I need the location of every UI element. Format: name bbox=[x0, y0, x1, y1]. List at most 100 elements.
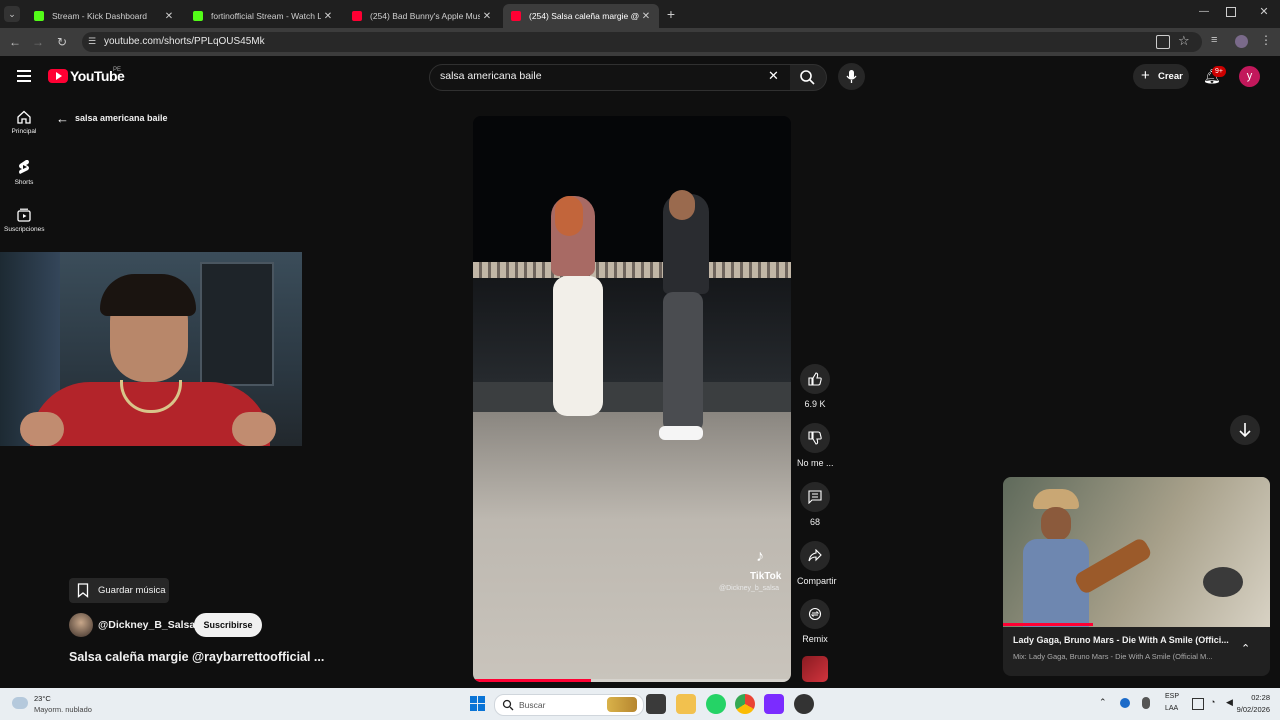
url-text[interactable]: youtube.com/shorts/PPLqOUS45Mk bbox=[104, 36, 265, 47]
hamburger-menu-icon[interactable] bbox=[17, 70, 31, 82]
tab-forti-stream[interactable]: fortinofficial Stream - Watch Liv ✕ bbox=[185, 4, 341, 28]
tab-kick-dashboard[interactable]: Stream - Kick Dashboard ✕ bbox=[26, 4, 182, 28]
share-button[interactable] bbox=[800, 541, 830, 571]
tab-close-icon[interactable]: ✕ bbox=[321, 11, 335, 22]
channel-avatar[interactable] bbox=[69, 613, 93, 637]
microphone-icon bbox=[846, 70, 857, 83]
sidebar-item-label: Principal bbox=[11, 128, 37, 135]
obs-icon[interactable] bbox=[794, 694, 814, 714]
back-icon[interactable]: ← bbox=[7, 34, 23, 50]
tray-chevron-icon[interactable]: ⌃ bbox=[1099, 697, 1107, 708]
site-info-icon[interactable]: ☰ bbox=[88, 36, 98, 46]
bookmark-star-icon[interactable]: ☆ bbox=[1178, 33, 1190, 49]
reading-list-icon[interactable]: ≡ bbox=[1211, 34, 1217, 46]
comment-count: 68 bbox=[809, 517, 820, 527]
miniplayer-progress bbox=[1003, 623, 1093, 626]
tab-close-icon[interactable]: ✕ bbox=[162, 11, 176, 22]
menu-dots-icon[interactable]: ⋮ bbox=[1260, 33, 1272, 47]
search-button[interactable] bbox=[790, 64, 827, 91]
minimize-icon[interactable]: — bbox=[1196, 6, 1212, 17]
dislike-action[interactable]: No me ... bbox=[797, 423, 834, 468]
shorts-video-player[interactable]: ♪ TikTok @Dickney_b_salsa bbox=[473, 116, 791, 682]
reload-icon[interactable]: ↻ bbox=[54, 34, 70, 50]
search-query-link[interactable]: salsa americana baile bbox=[75, 113, 168, 123]
clock-time[interactable]: 02:28 bbox=[1244, 693, 1270, 702]
task-view-icon[interactable] bbox=[646, 694, 666, 714]
sidebar-item-home[interactable]: Principal bbox=[4, 110, 44, 135]
taskbar-search-placeholder: Buscar bbox=[519, 700, 546, 710]
tab-search-button[interactable]: ⌄ bbox=[4, 6, 20, 22]
search-input[interactable]: salsa americana baile bbox=[440, 70, 542, 82]
forward-icon[interactable]: → bbox=[30, 34, 46, 50]
kick-favicon-icon bbox=[193, 11, 203, 21]
shorts-icon bbox=[19, 160, 29, 174]
install-app-icon[interactable] bbox=[1156, 35, 1170, 49]
clock-date: 9/02/2026 bbox=[1236, 705, 1270, 714]
miniplayer-title[interactable]: Lady Gaga, Bruno Mars - Die With A Smile… bbox=[1013, 635, 1233, 645]
dislike-label: No me ... bbox=[797, 458, 834, 468]
video-watermark: TikTok bbox=[750, 571, 782, 582]
comments-icon bbox=[808, 490, 822, 504]
subscribe-button[interactable]: Suscribirse bbox=[194, 613, 262, 637]
country-code: PE bbox=[113, 67, 122, 73]
sidebar-item-label: Suscripciones bbox=[4, 226, 45, 233]
comments-button[interactable] bbox=[800, 482, 830, 512]
app-icon[interactable] bbox=[764, 694, 784, 714]
taskbar-search[interactable]: Buscar bbox=[494, 694, 644, 716]
expand-miniplayer-icon[interactable]: ⌃ bbox=[1241, 642, 1250, 655]
save-music-label: Guardar música bbox=[98, 585, 166, 596]
channel-name[interactable]: @Dickney_B_Salsa bbox=[98, 619, 195, 631]
miniplayer-subtitle: Mix: Lady Gaga, Bruno Mars - Die With A … bbox=[1013, 652, 1213, 661]
next-short-button[interactable] bbox=[1230, 415, 1260, 445]
account-avatar[interactable]: y bbox=[1239, 66, 1260, 87]
audio-thumbnail[interactable] bbox=[802, 656, 828, 682]
file-explorer-icon[interactable] bbox=[676, 694, 696, 714]
tab-bad-bunny[interactable]: (254) Bad Bunny's Apple Music ✕ bbox=[344, 4, 500, 28]
maximize-icon[interactable] bbox=[1226, 7, 1236, 17]
new-tab-icon[interactable]: + bbox=[664, 6, 678, 22]
share-icon bbox=[808, 549, 822, 562]
tiktok-logo-icon: ♪ bbox=[756, 548, 764, 565]
search-icon bbox=[502, 699, 514, 711]
remix-action[interactable]: Remix bbox=[797, 599, 833, 644]
like-button[interactable] bbox=[800, 364, 830, 394]
miniplayer-video[interactable] bbox=[1003, 477, 1270, 627]
language-top[interactable]: ESP bbox=[1165, 693, 1179, 700]
clear-search-icon[interactable]: ✕ bbox=[768, 68, 779, 84]
tab-salsa-short[interactable]: (254) Salsa caleña margie @ray ✕ bbox=[503, 4, 659, 28]
tab-close-icon[interactable]: ✕ bbox=[480, 11, 494, 22]
dislike-button[interactable] bbox=[800, 423, 830, 453]
tab-title: Stream - Kick Dashboard bbox=[52, 11, 147, 21]
weather-description: Mayorm. nublado bbox=[34, 705, 92, 714]
like-action[interactable]: 6.9 K bbox=[797, 364, 833, 409]
windows-start-icon[interactable] bbox=[470, 696, 485, 711]
create-label: Crear bbox=[1158, 71, 1183, 82]
bookmark-icon bbox=[77, 583, 89, 598]
create-button[interactable]: + Crear bbox=[1133, 64, 1189, 89]
home-icon bbox=[17, 110, 31, 124]
voice-search-button[interactable] bbox=[838, 63, 865, 90]
back-arrow-icon[interactable]: ← bbox=[56, 111, 69, 126]
remix-button[interactable] bbox=[800, 599, 830, 629]
wifi-icon[interactable]: ◔ bbox=[1210, 697, 1215, 707]
profile-avatar-icon[interactable] bbox=[1235, 35, 1248, 48]
sidebar-item-subscriptions[interactable]: Suscripciones bbox=[4, 208, 44, 233]
miniplayer[interactable]: Lady Gaga, Bruno Mars - Die With A Smile… bbox=[1003, 477, 1270, 676]
weather-temperature[interactable]: 23°C bbox=[34, 694, 51, 703]
tab-close-icon[interactable]: ✕ bbox=[639, 11, 653, 22]
short-title[interactable]: Salsa caleña margie @raybarrettoofficial… bbox=[69, 650, 324, 664]
like-count: 6.9 K bbox=[804, 399, 826, 409]
tray-app-icon[interactable] bbox=[1120, 698, 1130, 708]
youtube-favicon-icon bbox=[352, 11, 362, 21]
save-music-button[interactable]: Guardar música bbox=[69, 578, 169, 603]
sidebar-item-shorts[interactable]: Shorts bbox=[4, 159, 44, 186]
comments-action[interactable]: 68 bbox=[797, 482, 833, 527]
display-icon[interactable] bbox=[1192, 698, 1204, 710]
chrome-icon[interactable] bbox=[735, 694, 755, 714]
youtube-logo-icon[interactable] bbox=[48, 69, 68, 83]
weather-cloud-icon[interactable] bbox=[12, 697, 28, 709]
whatsapp-icon[interactable] bbox=[706, 694, 726, 714]
share-action[interactable]: Compartir bbox=[797, 541, 837, 586]
tray-mic-icon[interactable] bbox=[1142, 697, 1150, 709]
close-window-icon[interactable]: ✕ bbox=[1256, 5, 1272, 18]
